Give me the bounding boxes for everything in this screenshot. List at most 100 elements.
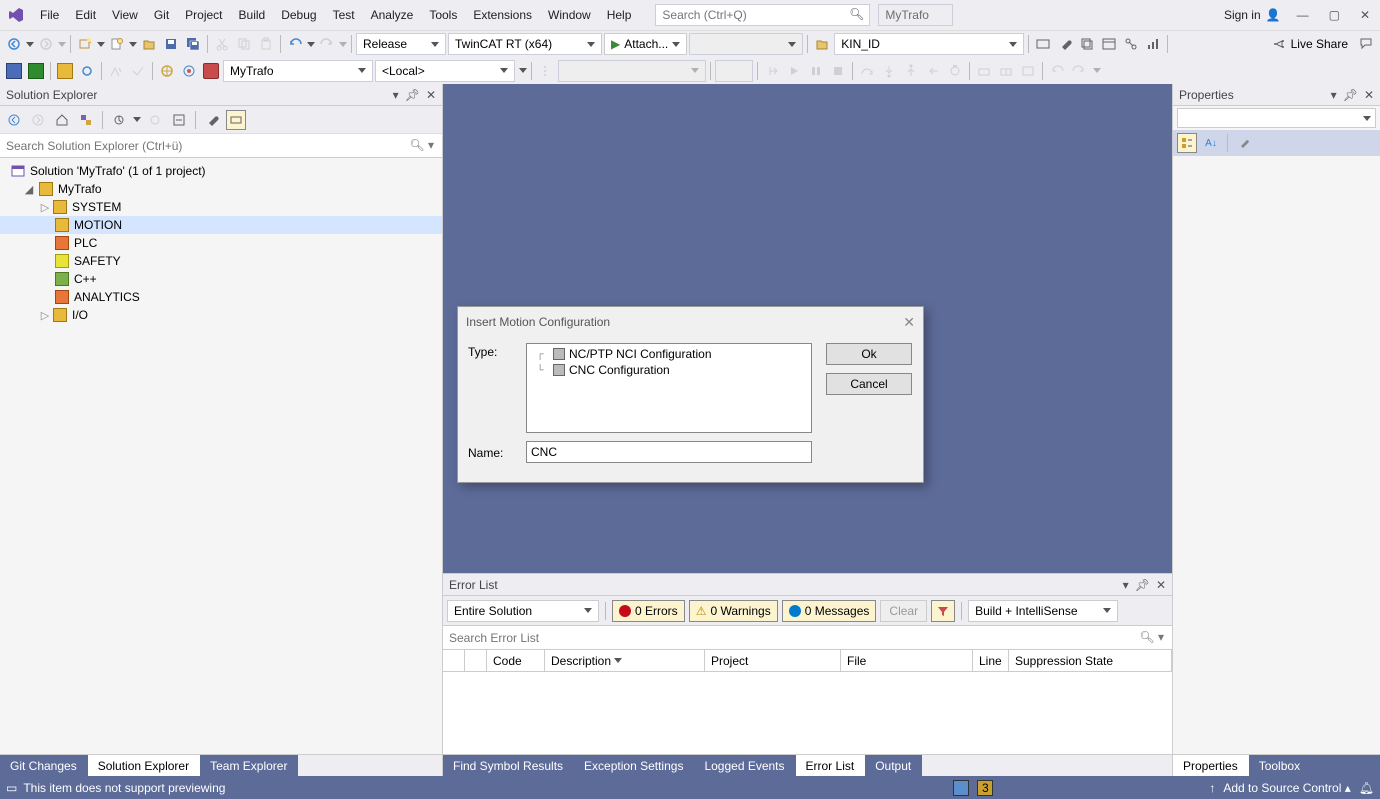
se-fwd-icon[interactable] xyxy=(28,110,48,130)
cancel-button[interactable]: Cancel xyxy=(826,373,912,395)
collapse-icon[interactable]: ◢ xyxy=(22,183,36,196)
se-home-icon[interactable] xyxy=(52,110,72,130)
clear-button[interactable]: Clear xyxy=(880,600,927,622)
tab-toolbox[interactable]: Toolbox xyxy=(1249,755,1380,776)
expand-icon[interactable]: ▷ xyxy=(38,201,52,214)
lookup-combo[interactable]: KIN_ID xyxy=(834,33,1024,55)
tb-icon-graph[interactable] xyxy=(1121,34,1141,54)
tree-motion[interactable]: MOTION xyxy=(0,216,442,234)
se-sync-icon[interactable] xyxy=(109,110,129,130)
tab-git-changes[interactable]: Git Changes xyxy=(0,755,88,776)
col-suppression[interactable]: Suppression State xyxy=(1009,650,1172,671)
tree-safety[interactable]: SAFETY xyxy=(0,252,442,270)
pin-icon[interactable]: 📌︎ xyxy=(1343,88,1358,102)
menu-build[interactable]: Build xyxy=(231,0,274,30)
tab-output[interactable]: Output xyxy=(865,755,922,776)
dialog-close-icon[interactable]: ✕ xyxy=(903,314,915,331)
feedback-icon[interactable] xyxy=(1356,34,1376,54)
quick-search-input[interactable] xyxy=(655,4,870,26)
tab-error-list[interactable]: Error List xyxy=(796,755,866,776)
col-icon[interactable] xyxy=(443,650,465,671)
se-refresh-icon[interactable] xyxy=(145,110,165,130)
errorlist-search-input[interactable] xyxy=(443,626,1172,650)
menu-analyze[interactable]: Analyze xyxy=(363,0,422,30)
config-combo[interactable]: Release xyxy=(356,33,446,55)
tab-properties[interactable]: Properties xyxy=(1173,755,1249,776)
tree-project[interactable]: ◢ MyTrafo xyxy=(0,180,442,198)
panel-dropdown-icon[interactable]: ▾ xyxy=(1331,88,1337,102)
se-wrench-icon[interactable] xyxy=(202,110,222,130)
signin-button[interactable]: Sign in 👤 xyxy=(1224,8,1281,22)
save-all-icon[interactable] xyxy=(183,34,203,54)
tc-target-icon[interactable] xyxy=(179,61,199,81)
props-wrench-icon[interactable] xyxy=(1234,133,1254,153)
messages-filter-button[interactable]: 0 Messages xyxy=(782,600,877,622)
se-back-icon[interactable] xyxy=(4,110,24,130)
errorlist-scope-combo[interactable]: Entire Solution xyxy=(447,600,599,622)
save-icon[interactable] xyxy=(161,34,181,54)
menu-extensions[interactable]: Extensions xyxy=(465,0,540,30)
type-list[interactable]: ┌ NC/PTP NCI Configuration └ CNC Configu… xyxy=(526,343,812,433)
tab-logged-events[interactable]: Logged Events xyxy=(694,755,795,776)
col-file[interactable]: File xyxy=(841,650,973,671)
tree-system[interactable]: ▷ SYSTEM xyxy=(0,198,442,216)
tb-icon-layers[interactable] xyxy=(1077,34,1097,54)
attach-button[interactable]: ▶Attach... xyxy=(604,33,687,55)
tree-cpp[interactable]: C++ xyxy=(0,270,442,288)
menu-file[interactable]: File xyxy=(32,0,67,30)
liveshare-label[interactable]: Live Share xyxy=(1291,37,1348,51)
tb-icon-window[interactable] xyxy=(1099,34,1119,54)
errors-filter-button[interactable]: 0 Errors xyxy=(612,600,685,622)
copy-icon[interactable] xyxy=(234,34,254,54)
tree-plc[interactable]: PLC xyxy=(0,234,442,252)
se-switch-icon[interactable] xyxy=(76,110,96,130)
paste-icon[interactable] xyxy=(256,34,276,54)
tc-icon-4[interactable] xyxy=(106,61,126,81)
menu-git[interactable]: Git xyxy=(146,0,177,30)
tc-icon-1[interactable] xyxy=(4,61,24,81)
tree-analytics[interactable]: ANALYTICS xyxy=(0,288,442,306)
tree-solution[interactable]: Solution 'MyTrafo' (1 of 1 project) xyxy=(0,162,442,180)
menu-project[interactable]: Project xyxy=(177,0,230,30)
props-object-combo[interactable] xyxy=(1177,108,1376,128)
menu-tools[interactable]: Tools xyxy=(421,0,465,30)
type-item-nc[interactable]: ┌ NC/PTP NCI Configuration xyxy=(529,346,809,362)
panel-dropdown-icon[interactable]: ▾ xyxy=(1123,578,1129,592)
status-count-box[interactable]: 3 xyxy=(977,780,993,796)
menu-debug[interactable]: Debug xyxy=(273,0,324,30)
tb-icon-bars[interactable] xyxy=(1143,34,1163,54)
warnings-filter-button[interactable]: ⚠0 Warnings xyxy=(689,600,778,622)
props-alpha-icon[interactable]: A↓ xyxy=(1201,133,1221,153)
col-line[interactable]: Line xyxy=(973,650,1009,671)
tb-icon-wrench[interactable] xyxy=(1055,34,1075,54)
status-badge-1[interactable] xyxy=(953,780,969,796)
tab-exception-settings[interactable]: Exception Settings xyxy=(574,755,694,776)
menu-help[interactable]: Help xyxy=(599,0,640,30)
find-in-files-icon[interactable] xyxy=(812,34,832,54)
close-icon[interactable]: ✕ xyxy=(1358,6,1372,24)
tc-stop-icon[interactable] xyxy=(201,61,221,81)
expand-icon[interactable]: ▷ xyxy=(38,309,52,322)
menu-edit[interactable]: Edit xyxy=(67,0,104,30)
name-input[interactable] xyxy=(526,441,812,463)
tc-target-combo[interactable]: <Local> xyxy=(375,60,515,82)
se-preview-icon[interactable] xyxy=(226,110,246,130)
build-intellisense-combo[interactable]: Build + IntelliSense xyxy=(968,600,1118,622)
tc-globe-icon[interactable] xyxy=(157,61,177,81)
undo-icon[interactable] xyxy=(285,34,305,54)
panel-dropdown-icon[interactable]: ▾ xyxy=(393,88,399,102)
process-combo[interactable] xyxy=(689,33,803,55)
pin-icon[interactable]: 📌︎ xyxy=(405,88,420,102)
redo-icon[interactable] xyxy=(317,34,337,54)
nav-back-icon[interactable] xyxy=(4,34,24,54)
tc-icon-3[interactable] xyxy=(55,61,75,81)
tab-team-explorer[interactable]: Team Explorer xyxy=(200,755,298,776)
panel-close-icon[interactable]: ✕ xyxy=(1364,88,1374,102)
se-collapse-icon[interactable] xyxy=(169,110,189,130)
notifications-icon[interactable]: 🔔︎ xyxy=(1359,781,1374,795)
col-icon2[interactable] xyxy=(465,650,487,671)
tc-icon-5[interactable] xyxy=(128,61,148,81)
type-item-cnc[interactable]: └ CNC Configuration xyxy=(529,362,809,378)
menu-test[interactable]: Test xyxy=(325,0,363,30)
panel-close-icon[interactable]: ✕ xyxy=(1156,578,1166,592)
